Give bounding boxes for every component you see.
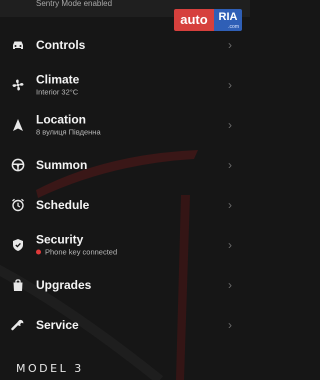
clock-icon: [11, 198, 25, 212]
menu-item-label: Climate: [36, 72, 80, 87]
menu-item-subtitle: Interior 32°C: [36, 87, 79, 97]
chevron-right-icon: ›: [228, 118, 232, 132]
wrench-icon: [11, 318, 25, 332]
menu-item-subtitle-row: Phone key connected: [36, 247, 117, 258]
menu-item-label: Location: [36, 112, 86, 127]
menu-item-label: Service: [36, 318, 79, 332]
status-dot: [36, 249, 41, 255]
chevron-right-icon: ›: [228, 38, 232, 52]
menu-item-schedule[interactable]: Schedule ›: [0, 185, 250, 225]
menu-item-location[interactable]: Location 8 вулиця Пiвденна ›: [0, 105, 250, 145]
menu-item-service[interactable]: Service ›: [0, 305, 250, 345]
vehicle-menu: Controls › Climate Interior 32°C › Locat…: [0, 25, 250, 345]
menu-item-subtitle: 8 вулиця Пiвденна: [36, 127, 101, 137]
menu-item-label: Security: [36, 232, 84, 247]
menu-item-label: Schedule: [36, 198, 90, 212]
menu-item-label: Upgrades: [36, 278, 92, 292]
menu-item-subtitle: Phone key connected: [45, 247, 118, 257]
menu-item-controls[interactable]: Controls ›: [0, 25, 250, 65]
chevron-right-icon: ›: [228, 158, 232, 172]
chevron-right-icon: ›: [228, 278, 232, 292]
sentry-status-text: Sentry Mode enabled: [36, 0, 113, 8]
chevron-right-icon: ›: [228, 238, 232, 252]
fan-icon: [11, 78, 25, 92]
model-logo: MODEL 3: [16, 362, 84, 375]
chevron-right-icon: ›: [228, 198, 232, 212]
shopping-bag-icon: [11, 278, 25, 292]
menu-item-security[interactable]: Security Phone key connected ›: [0, 225, 250, 265]
menu-item-upgrades[interactable]: Upgrades ›: [0, 265, 250, 305]
navigation-arrow-icon: [11, 118, 25, 132]
menu-item-label: Summon: [36, 158, 88, 172]
menu-item-summon[interactable]: Summon ›: [0, 145, 250, 185]
chevron-right-icon: ›: [228, 318, 232, 332]
shield-icon: [11, 238, 25, 252]
menu-item-climate[interactable]: Climate Interior 32°C ›: [0, 65, 250, 105]
steering-wheel-icon: [11, 158, 25, 172]
car-icon: [11, 38, 25, 52]
chevron-right-icon: ›: [228, 78, 232, 92]
menu-item-label: Controls: [36, 38, 86, 52]
